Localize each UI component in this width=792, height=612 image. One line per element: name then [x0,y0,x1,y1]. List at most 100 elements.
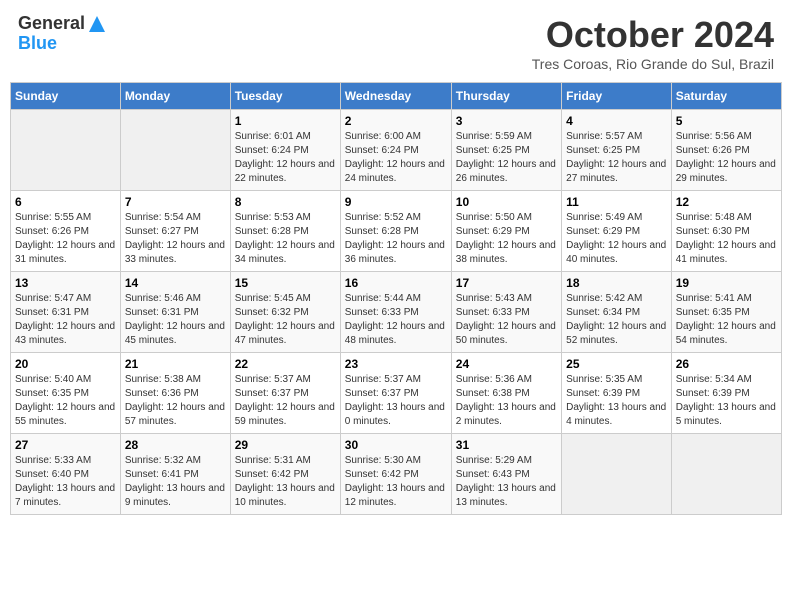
week-row-5: 27 Sunrise: 5:33 AMSunset: 6:40 PMDayligh… [11,434,782,515]
calendar-cell [562,434,672,515]
week-row-4: 20 Sunrise: 5:40 AMSunset: 6:35 PMDayligh… [11,353,782,434]
day-info: Sunrise: 5:31 AMSunset: 6:42 PMDaylight:… [235,454,336,510]
calendar-cell: 19 Sunrise: 5:41 AMSunset: 6:35 PMDayligh… [671,272,781,353]
day-info: Sunrise: 5:55 AMSunset: 6:26 PMDaylight:… [15,211,116,267]
day-info: Sunrise: 5:47 AMSunset: 6:31 PMDaylight:… [15,292,116,348]
calendar-cell: 16 Sunrise: 5:44 AMSunset: 6:33 PMDayligh… [340,272,451,353]
calendar-table: SundayMondayTuesdayWednesdayThursdayFrid… [10,82,782,515]
calendar-cell: 7 Sunrise: 5:54 AMSunset: 6:27 PMDaylight… [120,191,230,272]
day-number: 30 [345,438,447,452]
logo-blue: Blue [18,34,107,54]
day-info: Sunrise: 5:52 AMSunset: 6:28 PMDaylight:… [345,211,447,267]
day-number: 2 [345,114,447,128]
day-number: 29 [235,438,336,452]
day-number: 27 [15,438,116,452]
page-header: General Blue October 2024 Tres Coroas, R… [10,10,782,76]
day-info: Sunrise: 5:40 AMSunset: 6:35 PMDaylight:… [15,373,116,429]
day-number: 8 [235,195,336,209]
calendar-cell: 11 Sunrise: 5:49 AMSunset: 6:29 PMDayligh… [562,191,672,272]
weekday-header-tuesday: Tuesday [230,83,340,110]
logo: General Blue [18,14,107,54]
day-number: 7 [125,195,226,209]
calendar-cell: 25 Sunrise: 5:35 AMSunset: 6:39 PMDayligh… [562,353,672,434]
day-number: 11 [566,195,667,209]
day-info: Sunrise: 5:33 AMSunset: 6:40 PMDaylight:… [15,454,116,510]
logo-general: General [18,14,85,34]
weekday-header-thursday: Thursday [451,83,561,110]
day-info: Sunrise: 5:53 AMSunset: 6:28 PMDaylight:… [235,211,336,267]
calendar-cell: 3Sunrise: 5:59 AMSunset: 6:25 PMDaylight… [451,110,561,191]
calendar-cell: 27 Sunrise: 5:33 AMSunset: 6:40 PMDayligh… [11,434,121,515]
week-row-2: 6 Sunrise: 5:55 AMSunset: 6:26 PMDaylight… [11,191,782,272]
day-info: Sunrise: 5:32 AMSunset: 6:41 PMDaylight:… [125,454,226,510]
day-number: 12 [676,195,777,209]
calendar-cell [120,110,230,191]
calendar-cell: 6 Sunrise: 5:55 AMSunset: 6:26 PMDaylight… [11,191,121,272]
day-number: 18 [566,276,667,290]
weekday-header-wednesday: Wednesday [340,83,451,110]
week-row-1: 1 Sunrise: 6:01 AMSunset: 6:24 PMDaylight… [11,110,782,191]
calendar-cell: 30 Sunrise: 5:30 AMSunset: 6:42 PMDayligh… [340,434,451,515]
day-info: Sunrise: 5:57 AMSunset: 6:25 PMDaylight:… [566,130,667,186]
calendar-cell: 10 Sunrise: 5:50 AMSunset: 6:29 PMDayligh… [451,191,561,272]
day-number: 23 [345,357,447,371]
day-info: Sunrise: 5:59 AMSunset: 6:25 PMDaylight:… [456,130,557,186]
day-number: 10 [456,195,557,209]
day-number: 19 [676,276,777,290]
day-number: 9 [345,195,447,209]
day-info: Sunrise: 5:48 AMSunset: 6:30 PMDaylight:… [676,211,777,267]
calendar-cell: 24 Sunrise: 5:36 AMSunset: 6:38 PMDayligh… [451,353,561,434]
calendar-cell: 4Sunrise: 5:57 AMSunset: 6:25 PMDaylight… [562,110,672,191]
day-info: Sunrise: 5:44 AMSunset: 6:33 PMDaylight:… [345,292,447,348]
day-info: Sunrise: 5:46 AMSunset: 6:31 PMDaylight:… [125,292,226,348]
month-title: October 2024 [532,14,774,56]
day-info: Sunrise: 5:42 AMSunset: 6:34 PMDaylight:… [566,292,667,348]
day-info: Sunrise: 5:35 AMSunset: 6:39 PMDaylight:… [566,373,667,429]
day-info: Sunrise: 5:36 AMSunset: 6:38 PMDaylight:… [456,373,557,429]
calendar-cell: 22 Sunrise: 5:37 AMSunset: 6:37 PMDayligh… [230,353,340,434]
weekday-header-row: SundayMondayTuesdayWednesdayThursdayFrid… [11,83,782,110]
day-info: Sunrise: 5:38 AMSunset: 6:36 PMDaylight:… [125,373,226,429]
calendar-cell: 15Sunrise: 5:45 AMSunset: 6:32 PMDayligh… [230,272,340,353]
weekday-header-sunday: Sunday [11,83,121,110]
day-info: Sunrise: 5:34 AMSunset: 6:39 PMDaylight:… [676,373,777,429]
day-info: Sunrise: 5:50 AMSunset: 6:29 PMDaylight:… [456,211,557,267]
day-info: Sunrise: 5:37 AMSunset: 6:37 PMDaylight:… [345,373,447,429]
day-number: 20 [15,357,116,371]
day-info: Sunrise: 6:00 AMSunset: 6:24 PMDaylight:… [345,130,447,186]
day-number: 17 [456,276,557,290]
day-info: Sunrise: 5:49 AMSunset: 6:29 PMDaylight:… [566,211,667,267]
week-row-3: 13Sunrise: 5:47 AMSunset: 6:31 PMDayligh… [11,272,782,353]
calendar-cell [11,110,121,191]
calendar-cell: 14 Sunrise: 5:46 AMSunset: 6:31 PMDayligh… [120,272,230,353]
location: Tres Coroas, Rio Grande do Sul, Brazil [532,56,774,72]
day-info: Sunrise: 5:54 AMSunset: 6:27 PMDaylight:… [125,211,226,267]
calendar-cell [671,434,781,515]
calendar-cell: 9 Sunrise: 5:52 AMSunset: 6:28 PMDaylight… [340,191,451,272]
day-number: 25 [566,357,667,371]
day-info: Sunrise: 5:30 AMSunset: 6:42 PMDaylight:… [345,454,447,510]
calendar-cell: 29 Sunrise: 5:31 AMSunset: 6:42 PMDayligh… [230,434,340,515]
day-number: 21 [125,357,226,371]
day-info: Sunrise: 5:41 AMSunset: 6:35 PMDaylight:… [676,292,777,348]
calendar-cell: 18 Sunrise: 5:42 AMSunset: 6:34 PMDayligh… [562,272,672,353]
day-number: 24 [456,357,557,371]
calendar-cell: 17Sunrise: 5:43 AMSunset: 6:33 PMDayligh… [451,272,561,353]
day-number: 6 [15,195,116,209]
calendar-cell: 21 Sunrise: 5:38 AMSunset: 6:36 PMDayligh… [120,353,230,434]
day-info: Sunrise: 5:37 AMSunset: 6:37 PMDaylight:… [235,373,336,429]
calendar-cell: 31Sunrise: 5:29 AMSunset: 6:43 PMDayligh… [451,434,561,515]
calendar-cell: 1 Sunrise: 6:01 AMSunset: 6:24 PMDaylight… [230,110,340,191]
day-number: 1 [235,114,336,128]
day-number: 14 [125,276,226,290]
day-info: Sunrise: 5:45 AMSunset: 6:32 PMDaylight:… [235,292,336,348]
day-number: 28 [125,438,226,452]
day-number: 16 [345,276,447,290]
calendar-cell: 26Sunrise: 5:34 AMSunset: 6:39 PMDayligh… [671,353,781,434]
calendar-cell: 28 Sunrise: 5:32 AMSunset: 6:41 PMDayligh… [120,434,230,515]
day-info: Sunrise: 6:01 AMSunset: 6:24 PMDaylight:… [235,130,336,186]
calendar-cell: 13Sunrise: 5:47 AMSunset: 6:31 PMDayligh… [11,272,121,353]
day-number: 22 [235,357,336,371]
calendar-cell: 20 Sunrise: 5:40 AMSunset: 6:35 PMDayligh… [11,353,121,434]
calendar-cell: 5Sunrise: 5:56 AMSunset: 6:26 PMDaylight… [671,110,781,191]
